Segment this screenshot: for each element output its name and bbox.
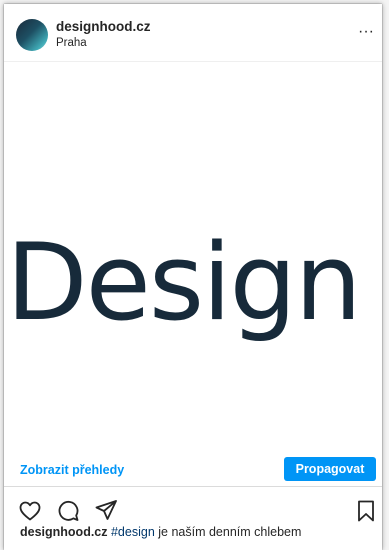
more-options-button[interactable]: ···	[356, 24, 376, 40]
avatar[interactable]	[16, 19, 48, 51]
post-image[interactable]: Design	[4, 62, 382, 457]
caption-hashtag[interactable]: #design	[111, 525, 155, 539]
caption-username[interactable]: designhood.cz	[20, 525, 108, 539]
comment-icon[interactable]	[56, 499, 80, 523]
post-location[interactable]: Praha	[56, 37, 87, 49]
caption-text: je naším denním chlebem	[158, 525, 302, 539]
share-icon[interactable]	[94, 498, 118, 522]
post-username[interactable]: designhood.cz	[56, 19, 151, 34]
heart-icon[interactable]	[18, 499, 42, 523]
insights-bar: Zobrazit přehledy Propagovat	[4, 457, 382, 487]
post-caption: designhood.cz #design je naším denním ch…	[20, 525, 380, 539]
instagram-post: designhood.cz Praha ··· Design Zobrazit …	[4, 4, 382, 550]
view-insights-link[interactable]: Zobrazit přehledy	[20, 463, 124, 477]
image-text: Design	[6, 221, 362, 344]
post-header: designhood.cz Praha ···	[4, 4, 382, 62]
bookmark-icon[interactable]	[354, 499, 378, 523]
promote-button[interactable]: Propagovat	[284, 457, 376, 481]
